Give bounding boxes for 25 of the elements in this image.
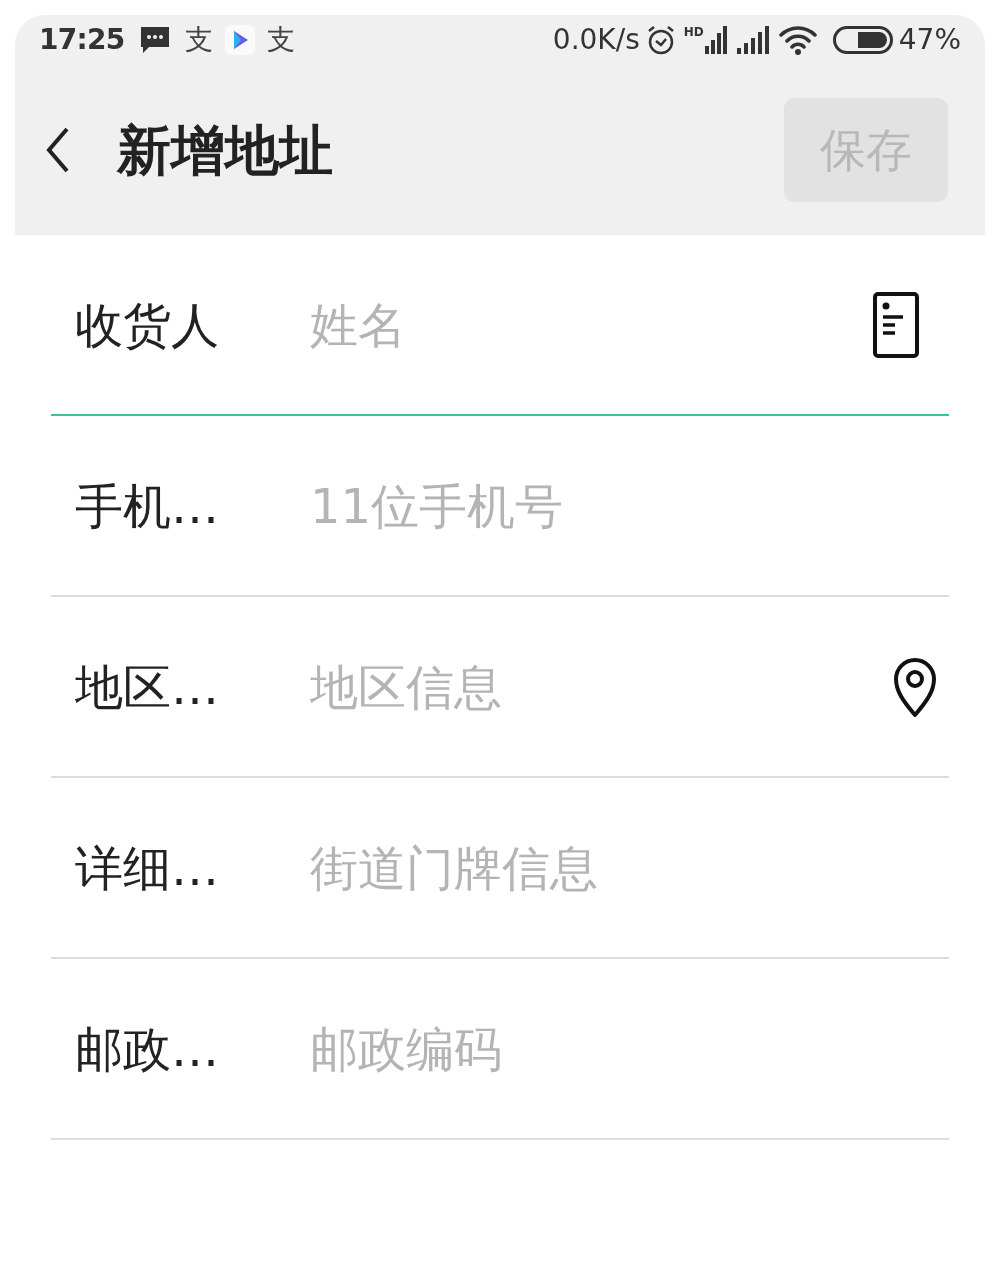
field-label: 地区… — [74, 657, 220, 717]
signal-icon — [704, 26, 729, 54]
input-field[interactable]: 11位手机号 — [310, 465, 949, 546]
input-field[interactable]: 姓名 — [310, 284, 873, 365]
field-label: 邮政… — [74, 1019, 220, 1079]
contact-card-icon[interactable] — [873, 291, 919, 358]
hd-label: HD — [683, 26, 704, 38]
field-label: 手机… — [74, 476, 220, 536]
wifi-icon — [778, 25, 817, 55]
field-label: 收货人 — [74, 295, 220, 355]
page-title: 新增地址 — [117, 117, 333, 184]
battery-icon — [832, 26, 893, 54]
field-label: 详细… — [74, 838, 220, 898]
location-pin-icon[interactable] — [893, 655, 937, 718]
network-speed: 0.0K/s — [552, 22, 640, 58]
play-icon — [224, 25, 255, 55]
notification-glyph: 支 — [184, 22, 213, 58]
input-field[interactable]: 街道门牌信息 — [310, 827, 949, 908]
battery-percent: 47% — [898, 22, 961, 58]
signal-icon — [736, 26, 771, 54]
input-field[interactable]: 邮政编码 — [310, 1008, 949, 1089]
message-icon — [138, 25, 171, 55]
input-field[interactable]: 地区信息 — [310, 646, 893, 727]
status-time: 17:25 — [39, 22, 125, 58]
notification-glyph: 支 — [266, 22, 295, 58]
